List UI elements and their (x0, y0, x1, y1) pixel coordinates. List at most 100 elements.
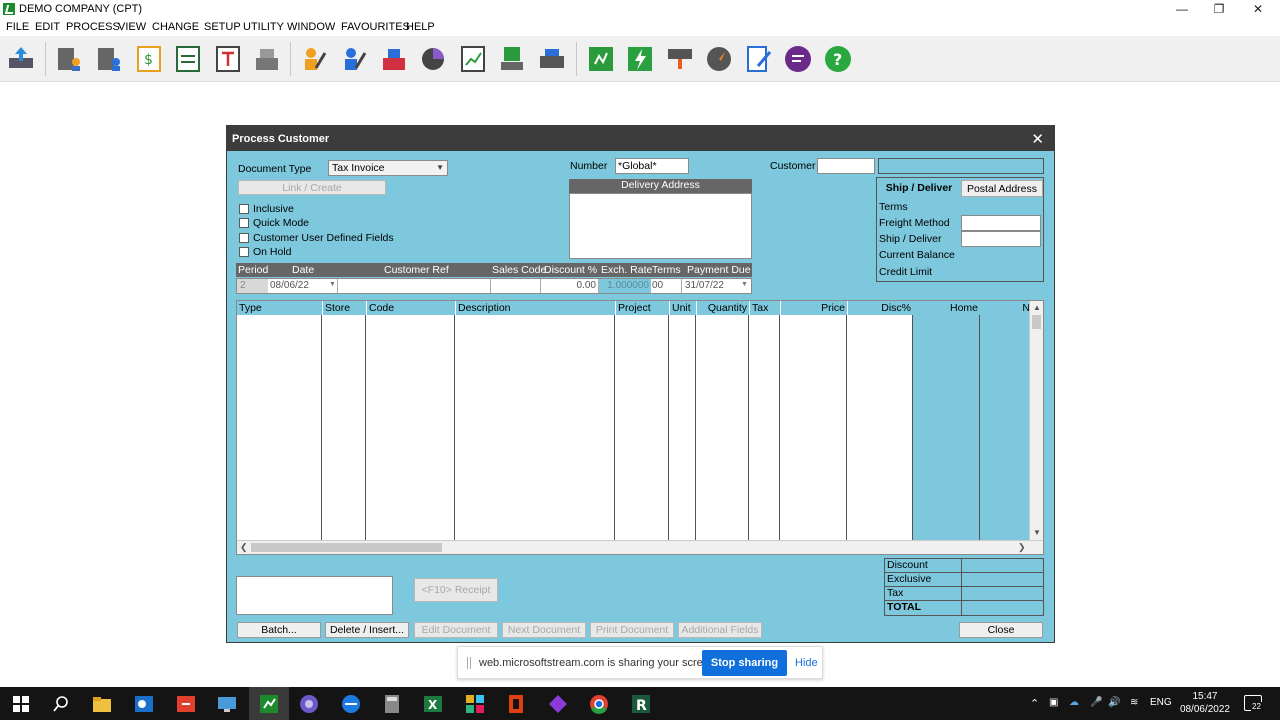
bank-transfer-icon[interactable] (173, 44, 203, 74)
document-type-select[interactable]: Tax Invoice ▼ (328, 160, 448, 176)
quick-mode-checkbox[interactable] (239, 218, 249, 228)
scroll-up-icon[interactable]: ▲ (1033, 303, 1041, 312)
scroll-right-icon[interactable]: ❯ (1018, 542, 1026, 553)
volume-icon[interactable]: 🔊 (1108, 697, 1120, 708)
excel-icon[interactable]: X (422, 693, 444, 715)
scroll-left-icon[interactable]: ❮ (240, 542, 248, 553)
edit-customer-icon[interactable] (339, 44, 369, 74)
excel-report-icon[interactable] (586, 44, 616, 74)
menu-view[interactable]: VIEW (118, 21, 146, 33)
grid-col-unit[interactable]: Unit (670, 301, 696, 315)
grid-col-home[interactable]: Home (914, 301, 980, 315)
notifications-icon[interactable]: 22 (1244, 695, 1262, 711)
menu-process[interactable]: PROCESS (66, 21, 120, 33)
on-hold-checkbox[interactable] (239, 247, 249, 257)
system-clock[interactable]: 15:47 08/06/2022 (1180, 690, 1230, 716)
menu-window[interactable]: WINDOW (287, 21, 335, 33)
compass-icon[interactable] (704, 44, 734, 74)
teamviewer-icon[interactable] (340, 693, 362, 715)
line-graph-icon[interactable] (458, 44, 488, 74)
alert-board-icon[interactable] (665, 44, 695, 74)
grid-vertical-scrollbar[interactable]: ▲ ▼ (1029, 301, 1043, 540)
ledger-user-icon[interactable] (94, 44, 124, 74)
additional-fields-button[interactable]: Additional Fields (678, 622, 762, 638)
customer-code-field[interactable] (817, 158, 875, 174)
date-field[interactable]: 08/06/22 (268, 279, 338, 293)
grid-col-description[interactable]: Description (456, 301, 615, 315)
link-create-button[interactable]: Link / Create (238, 180, 386, 195)
tab-ship-deliver[interactable]: Ship / Deliver (878, 180, 960, 197)
language-indicator[interactable]: ENG (1150, 697, 1172, 708)
power-apps-icon[interactable] (547, 693, 569, 715)
close-button[interactable]: Close (959, 622, 1043, 638)
upload-tray-icon[interactable] (6, 44, 36, 74)
wifi-icon[interactable]: ≋ (1130, 697, 1138, 708)
line-items-grid[interactable]: Type Store Code Description Project Unit… (236, 300, 1044, 555)
chat-icon[interactable] (783, 44, 813, 74)
menu-help[interactable]: HELP (406, 21, 435, 33)
ship-deliver-field[interactable] (961, 231, 1041, 247)
ledger-person-icon[interactable] (54, 44, 84, 74)
f10-receipt-button[interactable]: <F10> Receipt (414, 578, 498, 602)
sales-code-field[interactable] (491, 279, 541, 293)
pastel-app-icon[interactable] (258, 693, 280, 715)
chrome-icon[interactable] (588, 693, 610, 715)
grid-col-price[interactable]: Price (781, 301, 847, 315)
text-document-icon[interactable] (213, 44, 243, 74)
pie-chart-icon[interactable] (418, 44, 448, 74)
batch-button[interactable]: Batch... (237, 622, 321, 638)
menu-favourites[interactable]: FAVOURITES (341, 21, 410, 33)
grid-col-code[interactable]: Code (367, 301, 455, 315)
r-app-icon[interactable]: R (630, 693, 652, 715)
dialog-close-icon[interactable]: ✕ (1031, 130, 1044, 148)
browser-app-icon[interactable] (298, 693, 320, 715)
next-document-button[interactable]: Next Document (502, 622, 586, 638)
printer-icon[interactable] (537, 44, 567, 74)
git-app-icon[interactable] (175, 693, 197, 715)
edit-supplier-icon[interactable] (299, 44, 329, 74)
cash-document-icon[interactable]: $ (134, 44, 164, 74)
period-field[interactable]: 2 (237, 279, 268, 293)
discount-field[interactable]: 0.00 (541, 279, 599, 293)
grid-col-tax[interactable]: Tax (750, 301, 780, 315)
lightning-icon[interactable] (625, 44, 655, 74)
onedrive-icon[interactable]: ☁ (1069, 697, 1079, 708)
number-field[interactable]: *Global* (615, 158, 689, 174)
minimize-icon[interactable]: — (1162, 1, 1202, 18)
windows-start-icon[interactable] (10, 693, 32, 715)
menu-utility[interactable]: UTILITY (243, 21, 284, 33)
customer-ref-field[interactable] (338, 279, 491, 293)
file-explorer-icon[interactable] (91, 693, 113, 715)
search-icon[interactable] (50, 693, 72, 715)
remote-desktop-icon[interactable] (216, 693, 238, 715)
microphone-icon[interactable]: 🎤 (1090, 697, 1102, 708)
security-tray-icon[interactable]: ▣ (1049, 697, 1058, 708)
grid-col-store[interactable]: Store (323, 301, 366, 315)
hide-link[interactable]: Hide (795, 657, 818, 669)
chevron-up-icon[interactable]: ⌃ (1030, 697, 1039, 710)
stop-sharing-button[interactable]: Stop sharing (702, 650, 787, 676)
menu-file[interactable]: FILE (6, 21, 29, 33)
print-document-button[interactable]: Print Document (590, 622, 674, 638)
inclusive-checkbox[interactable] (239, 204, 249, 214)
grid-col-disc[interactable]: Disc% (848, 301, 913, 315)
drag-handle-icon[interactable] (467, 657, 471, 669)
scroll-down-icon[interactable]: ▼ (1033, 528, 1041, 537)
grid-horizontal-scrollbar[interactable]: ❮ ❯ (237, 540, 1043, 554)
payment-due-dropdown-icon[interactable]: ▼ (741, 281, 748, 288)
close-window-icon[interactable]: ✕ (1238, 1, 1278, 18)
inventory-icon[interactable] (379, 44, 409, 74)
calculator-icon[interactable] (381, 693, 403, 715)
help-icon[interactable]: ? (823, 44, 853, 74)
grid-col-quantity[interactable]: Quantity (697, 301, 749, 315)
grid-col-n[interactable]: N (981, 301, 1030, 315)
delete-insert-button[interactable]: Delete / Insert... (325, 622, 409, 638)
user-defined-fields-checkbox[interactable] (239, 233, 249, 243)
edit-document-icon[interactable] (744, 44, 774, 74)
restore-icon[interactable]: ❐ (1199, 1, 1239, 18)
grid-col-project[interactable]: Project (616, 301, 669, 315)
freight-method-field[interactable] (961, 215, 1041, 231)
outlook-icon[interactable] (133, 693, 155, 715)
date-dropdown-icon[interactable]: ▼ (329, 281, 336, 288)
grid-col-type[interactable]: Type (237, 301, 322, 315)
